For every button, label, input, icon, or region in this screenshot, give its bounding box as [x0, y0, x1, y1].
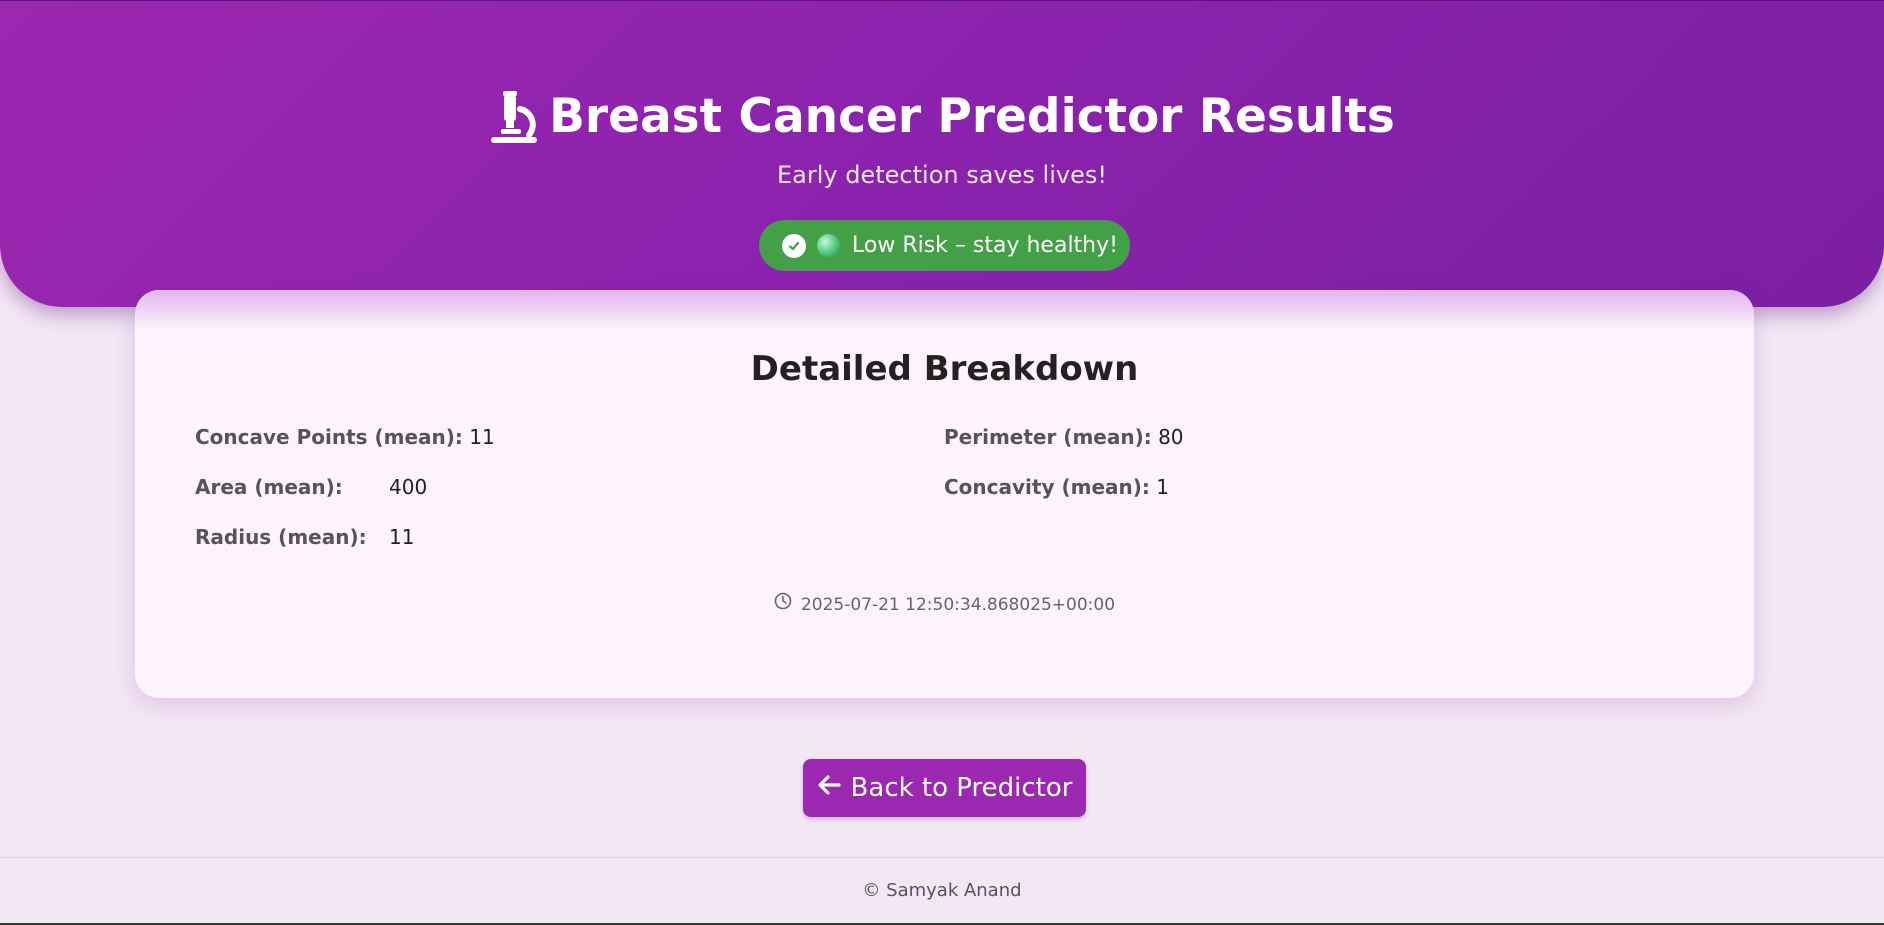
clock-icon	[774, 592, 792, 617]
microscope-icon	[489, 89, 539, 145]
metric-value: 80	[1158, 425, 1184, 449]
detailed-breakdown-card: Detailed Breakdown Concave Points (mean)…	[135, 290, 1754, 698]
metric-value: 400	[389, 475, 428, 499]
metric-area: Area (mean): 400	[195, 473, 427, 501]
metric-label: Concavity (mean):	[944, 475, 1150, 499]
check-circle-icon	[782, 233, 806, 258]
green-dot-icon	[817, 234, 840, 257]
metric-radius: Radius (mean): 11	[195, 523, 414, 551]
metric-value: 11	[389, 525, 415, 549]
footer-copyright: © Samyak Anand	[862, 880, 1022, 901]
metric-label: Concave Points (mean):	[195, 425, 463, 449]
metric-concave-points: Concave Points (mean): 11	[195, 423, 495, 451]
page-title: Breast Cancer Predictor Results	[0, 85, 1884, 149]
timestamp-text: 2025-07-21 12:50:34.868025+00:00	[800, 594, 1116, 615]
risk-status-text: Low Risk – stay healthy!	[852, 233, 1118, 258]
back-to-predictor-button[interactable]: Back to Predictor	[803, 759, 1086, 817]
metric-perimeter: Perimeter (mean): 80	[944, 423, 1184, 451]
timestamp: 2025-07-21 12:50:34.868025+00:00	[135, 592, 1754, 617]
metric-label: Perimeter (mean):	[944, 425, 1152, 449]
page-subtitle: Early detection saves lives!	[777, 161, 1107, 189]
metric-label: Area (mean):	[195, 475, 343, 499]
metric-label: Radius (mean):	[195, 525, 367, 549]
arrow-left-icon	[817, 773, 841, 803]
metric-concavity: Concavity (mean): 1	[944, 473, 1169, 501]
metric-value: 1	[1156, 475, 1169, 499]
footer-divider	[0, 857, 1884, 858]
page-title-text: Breast Cancer Predictor Results	[549, 89, 1395, 144]
results-header: Breast Cancer Predictor Results Early de…	[0, 0, 1884, 307]
back-button-label: Back to Predictor	[850, 773, 1073, 803]
metric-value: 11	[469, 425, 495, 449]
card-top-glow	[135, 290, 1754, 330]
risk-status-badge: Low Risk – stay healthy!	[759, 220, 1130, 271]
breakdown-title: Detailed Breakdown	[750, 349, 1139, 389]
